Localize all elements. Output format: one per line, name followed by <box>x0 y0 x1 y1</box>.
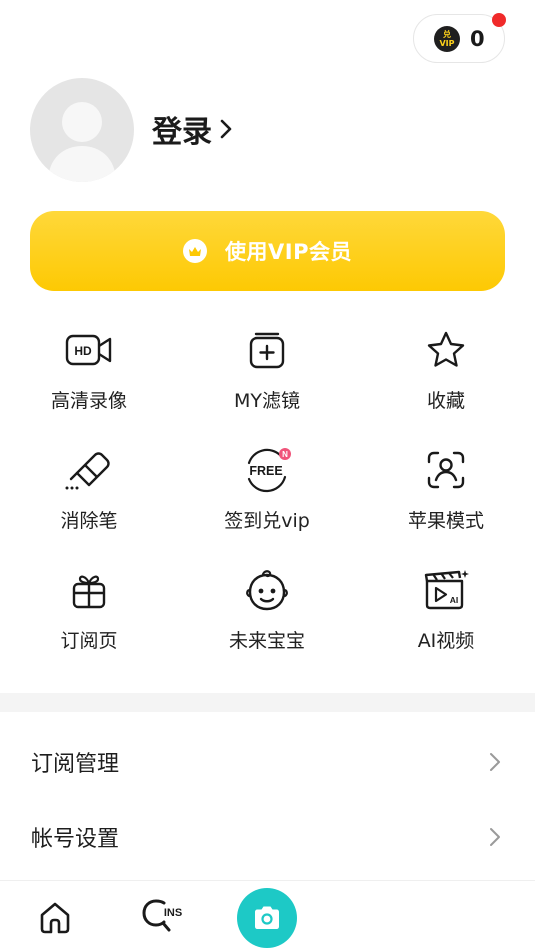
menu-label: 订阅管理 <box>31 752 120 777</box>
chevron-right-icon <box>490 828 500 846</box>
camera-icon <box>255 906 279 929</box>
feature-subscription-page[interactable]: 订阅页 <box>0 564 178 674</box>
ai-badge-text: AI <box>450 595 459 605</box>
ai-video-icon: AI <box>420 564 472 616</box>
gift-icon <box>63 564 115 616</box>
feature-label: 苹果模式 <box>407 510 484 532</box>
feature-label: 消除笔 <box>60 510 118 532</box>
use-vip-button[interactable]: 使用VIP会员 <box>30 211 505 291</box>
feature-future-baby[interactable]: 未来宝宝 <box>178 564 356 674</box>
use-vip-label: 使用VIP会员 <box>225 240 352 264</box>
feature-label: AI视频 <box>417 630 475 652</box>
feature-label: 收藏 <box>426 390 465 412</box>
feature-label: 未来宝宝 <box>228 630 305 652</box>
feature-checkin-vip[interactable]: FREE N 签到兑vip <box>178 444 356 554</box>
tab-home[interactable] <box>36 899 74 937</box>
chevron-right-icon <box>220 119 232 139</box>
crown-icon <box>183 239 208 263</box>
free-badge-text: FREE <box>249 464 282 478</box>
feature-hd-recording[interactable]: HD 高清录像 <box>0 324 178 434</box>
free-checkin-icon: FREE N <box>241 444 293 496</box>
vip-coin-line1: 兑 <box>443 29 451 39</box>
notification-dot <box>492 13 506 27</box>
hd-badge-text: HD <box>74 344 92 358</box>
camera-button[interactable] <box>237 888 297 948</box>
avatar[interactable] <box>30 78 134 182</box>
vip-coin-count: 0 <box>470 26 485 51</box>
feature-label: 签到兑vip <box>224 510 310 532</box>
ins-label: INS <box>164 907 182 919</box>
vip-coin-line2: VIP <box>439 38 455 48</box>
filter-plus-icon <box>241 324 293 376</box>
menu-label: 帐号设置 <box>31 827 120 852</box>
section-divider <box>0 693 535 712</box>
eraser-icon <box>63 444 115 496</box>
feature-ai-video[interactable]: AI AI视频 <box>357 564 535 674</box>
feature-apple-mode[interactable]: 苹果模式 <box>357 444 535 554</box>
ins-search-icon: INS <box>142 899 182 932</box>
tab-ins[interactable]: INS <box>140 897 186 937</box>
home-icon <box>40 902 70 934</box>
star-icon <box>420 324 472 376</box>
menu-subscription-management[interactable]: 订阅管理 <box>0 725 535 799</box>
login-label: 登录 <box>152 115 212 150</box>
feature-favorites[interactable]: 收藏 <box>357 324 535 434</box>
face-scan-icon <box>420 444 472 496</box>
default-avatar-icon <box>48 102 116 182</box>
baby-face-icon <box>241 564 293 616</box>
vip-coin-icon: 兑 VIP <box>434 25 460 52</box>
feature-label: 订阅页 <box>60 630 118 652</box>
feature-my-filter[interactable]: MY滤镜 <box>178 324 356 434</box>
new-badge-text: N <box>282 450 288 459</box>
login-link[interactable]: 登录 <box>152 106 234 152</box>
bottom-tab-bar: INS <box>0 880 535 951</box>
chevron-right-icon <box>490 753 500 771</box>
feature-label: MY滤镜 <box>234 390 300 412</box>
feature-eraser[interactable]: 消除笔 <box>0 444 178 554</box>
menu-account-settings[interactable]: 帐号设置 <box>0 800 535 874</box>
hd-video-icon: HD <box>63 324 115 376</box>
vip-coin-pill[interactable]: 兑 VIP 0 <box>413 13 506 63</box>
feature-label: 高清录像 <box>50 390 127 412</box>
